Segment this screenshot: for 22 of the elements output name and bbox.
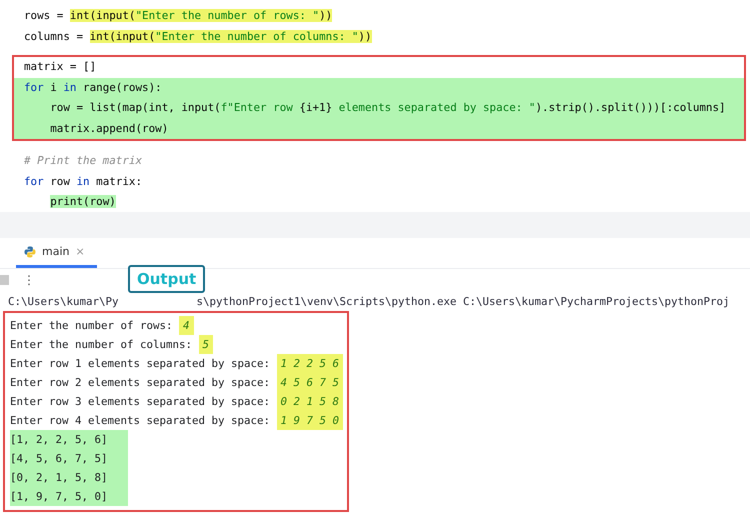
prompt-text: Enter row 4 elements separated by space: bbox=[10, 414, 272, 427]
code-line: rows = int(input("Enter the number of rows: ")) bbox=[23, 8, 334, 24]
more-menu-button[interactable]: ⋮ bbox=[23, 273, 35, 287]
prompt-text: Enter the number of rows: bbox=[10, 319, 174, 332]
command-line: C:\Users\kumar\Py bbox=[8, 294, 119, 310]
prompt-text: Enter the number of columns: bbox=[10, 338, 194, 351]
code-line: matrix = [] bbox=[23, 59, 98, 75]
matrix-row-output: [0, 2, 1, 5, 8] bbox=[10, 468, 128, 487]
prompt-text: Enter row 2 elements separated by space: bbox=[10, 376, 272, 389]
code-line: columns = int(input("Enter the number of columns: ")) bbox=[23, 28, 373, 44]
python-icon bbox=[24, 246, 36, 258]
prompt-text: Enter row 1 elements separated by space: bbox=[10, 357, 272, 370]
matrix-row-output: [1, 9, 7, 5, 0] bbox=[10, 487, 128, 506]
matrix-row-output: [1, 2, 2, 5, 6] bbox=[10, 430, 128, 449]
matrix-row-output: [4, 5, 6, 7, 5] bbox=[10, 449, 128, 468]
stop-icon[interactable] bbox=[0, 275, 9, 285]
command-line: s\pythonProject1\venv\Scripts\python.exe C:\Users\kumar\PycharmProjects\pythonProj bbox=[196, 294, 730, 310]
prompt-text: Enter row 3 elements separated by space: bbox=[10, 395, 272, 408]
code-line: # Print the matrix bbox=[23, 153, 144, 169]
code-line: for row in matrix: bbox=[23, 174, 144, 190]
output-callout: Output bbox=[128, 265, 206, 293]
run-tab[interactable]: main × bbox=[16, 238, 97, 268]
